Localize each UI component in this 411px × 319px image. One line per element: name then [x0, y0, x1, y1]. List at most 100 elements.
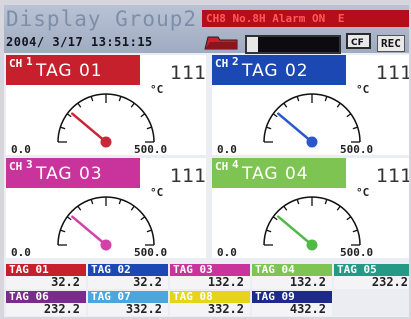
- channel-panel-2[interactable]: CH 2 TAG 02 111.1 °C 0.0 500.0: [212, 55, 409, 155]
- record-progress-fill: [247, 37, 259, 52]
- table-cell[interactable]: TAG 09 432.2: [252, 291, 332, 316]
- channel-panel-4[interactable]: CH 4 TAG 04 111.1 °C 0.0 500.0: [212, 158, 409, 258]
- gauge-tick: [140, 113, 146, 118]
- rec-indicator[interactable]: REC: [377, 35, 405, 52]
- gauge-tick: [352, 229, 358, 233]
- scale-max: 500.0: [134, 246, 168, 258]
- gauge-tick: [60, 229, 66, 233]
- channel-label: CH: [215, 160, 229, 173]
- channel-label: CH: [9, 57, 23, 70]
- tag-header: CH 1 TAG 01: [6, 55, 140, 85]
- gauge-tick: [118, 199, 122, 205]
- gauge-tick: [130, 205, 135, 211]
- channel-number: 1: [26, 55, 33, 68]
- gauge-tick: [283, 205, 288, 211]
- tag-name: TAG 02: [242, 61, 309, 81]
- display-group-title[interactable]: Display Group2: [6, 7, 197, 31]
- channel-number: 3: [26, 158, 33, 171]
- scale-max: 500.0: [340, 143, 374, 155]
- current-value: 111.1: [376, 62, 409, 84]
- gauge-tick: [296, 199, 300, 205]
- scale-max: 500.0: [134, 143, 168, 155]
- gauge-tick: [140, 216, 146, 221]
- gauge-hub: [306, 136, 318, 148]
- gauge-needle: [71, 112, 108, 144]
- current-value: 111.1: [170, 62, 206, 84]
- gauge-tick: [146, 229, 152, 233]
- tag-header: CH 4 TAG 04: [212, 158, 346, 188]
- gauge-tick: [118, 96, 122, 102]
- gauge-hub: [100, 136, 112, 148]
- channel-label: CH: [215, 57, 229, 70]
- scale-min: 0.0: [217, 143, 237, 155]
- table-cell[interactable]: TAG 08 332.2: [170, 291, 250, 316]
- gauge-tick: [352, 126, 358, 130]
- gauge-needle: [71, 215, 108, 247]
- cell-value: 32.2: [51, 275, 80, 289]
- gauge-tick: [324, 199, 328, 205]
- current-value: 111.1: [170, 165, 206, 187]
- scale-min: 0.0: [11, 143, 31, 155]
- gauge-hub: [306, 239, 318, 251]
- channel-panel-1[interactable]: CH 1 TAG 01 111.1 °C 0.0 500.0: [6, 55, 206, 155]
- table-cell[interactable]: TAG 07 332.2: [88, 291, 168, 316]
- gauge-needle: [277, 215, 314, 247]
- gauge-tick: [60, 126, 66, 130]
- gauge-tick: [266, 126, 272, 130]
- gauge-tick: [346, 216, 352, 221]
- channel-label: CH: [9, 160, 23, 173]
- gauge: [263, 93, 361, 148]
- channel-panel-3[interactable]: CH 3 TAG 03 111.1 °C 0.0 500.0: [6, 158, 206, 258]
- header-bar: Display Group2 2004/ 3/17 13:51:15 CH8 N…: [4, 5, 409, 54]
- gauge-tick: [77, 205, 82, 211]
- gauge-tick: [90, 199, 94, 205]
- alarm-suffix: E: [337, 12, 345, 25]
- cell-value: 32.2: [133, 275, 162, 289]
- gauge-tick: [272, 216, 278, 221]
- gauge-tick: [283, 102, 288, 108]
- gauge-tick: [324, 96, 328, 102]
- record-progress-bar: [245, 35, 341, 54]
- cell-value: 332.2: [207, 302, 244, 316]
- cell-value: 232.2: [43, 302, 80, 316]
- table-cell[interactable]: TAG 02 32.2: [88, 264, 168, 289]
- folder-icon[interactable]: [204, 34, 238, 50]
- table-cell[interactable]: TAG 06 232.2: [6, 291, 86, 316]
- gauge-tick: [66, 113, 72, 118]
- tag-header: CH 3 TAG 03: [6, 158, 140, 188]
- table-cell[interactable]: TAG 03 132.2: [170, 264, 250, 289]
- gauge: [263, 196, 361, 251]
- gauge-tick: [90, 96, 94, 102]
- cell-value: 332.2: [125, 302, 162, 316]
- table-cell[interactable]: TAG 01 32.2: [6, 264, 86, 289]
- table-cell[interactable]: TAG 04 132.2: [252, 264, 332, 289]
- gauge-tick: [77, 102, 82, 108]
- scale-min: 0.0: [11, 246, 31, 258]
- gauge-tick: [296, 96, 300, 102]
- alarm-message[interactable]: CH8 No.8H Alarm ON E: [202, 10, 409, 27]
- tag-header: CH 2 TAG 02: [212, 55, 346, 85]
- scale-max: 500.0: [340, 246, 374, 258]
- cell-value: 132.2: [207, 275, 244, 289]
- gauge-tick: [346, 113, 352, 118]
- tag-name: TAG 03: [36, 164, 103, 184]
- gauge-needle: [277, 112, 314, 144]
- gauge-hub: [100, 239, 112, 251]
- cf-label: CF: [351, 38, 364, 48]
- tag-name: TAG 04: [242, 164, 309, 184]
- tag-name: TAG 01: [36, 61, 103, 81]
- channel-number: 4: [232, 158, 239, 171]
- channel-number: 2: [232, 55, 239, 68]
- cell-value: 232.2: [371, 275, 408, 289]
- date-time: 2004/ 3/17 13:51:15: [6, 35, 153, 49]
- alarm-text: CH8 No.8H Alarm ON: [206, 12, 326, 25]
- table-cell[interactable]: TAG 05 232.2: [334, 264, 409, 289]
- scale-min: 0.0: [217, 246, 237, 258]
- cell-value: 432.2: [289, 302, 326, 316]
- gauge-tick: [336, 102, 341, 108]
- cf-card-icon: CF: [346, 33, 371, 49]
- gauge-tick: [146, 126, 152, 130]
- cell-value: 132.2: [289, 275, 326, 289]
- gauge-tick: [336, 205, 341, 211]
- current-value: 111.1: [376, 165, 409, 187]
